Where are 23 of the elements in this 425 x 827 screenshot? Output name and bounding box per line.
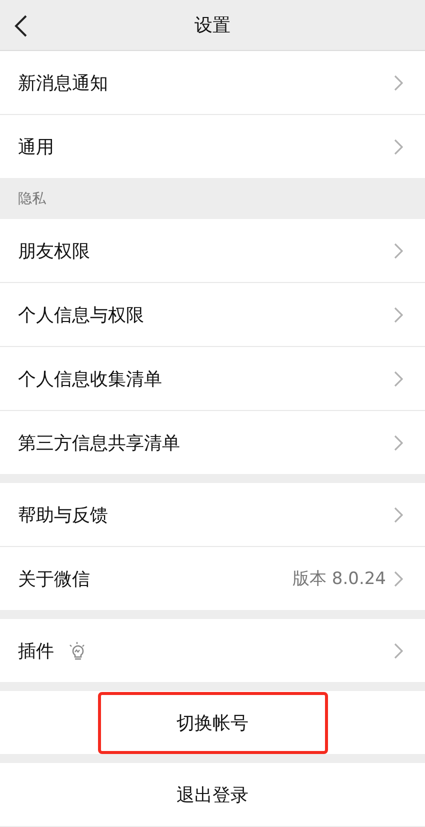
chevron-icon xyxy=(394,570,403,586)
settings-row[interactable]: 个人信息收集清单 xyxy=(0,347,425,411)
chevron-icon xyxy=(394,306,403,322)
window-title: 设置 xyxy=(194,14,230,37)
chevron-icon xyxy=(394,74,403,90)
settings-row[interactable]: 朋友权限 xyxy=(0,219,425,283)
section-header: 隐私 xyxy=(18,190,46,208)
chevron-icon xyxy=(394,370,403,386)
settings-row[interactable]: 帮助与反馈 xyxy=(0,483,425,547)
chevron-icon xyxy=(394,138,403,154)
settings-row[interactable]: 通用 xyxy=(0,115,425,178)
back-icon xyxy=(14,14,28,38)
chevron-icon xyxy=(394,642,403,658)
action-button[interactable]: 切换帐号 xyxy=(98,692,328,754)
settings-row[interactable]: 个人信息与权限 xyxy=(0,283,425,347)
chevron-icon xyxy=(394,242,403,258)
settings-row[interactable]: 新消息通知 xyxy=(0,51,425,115)
chevron-icon xyxy=(394,434,403,450)
lightbulb-icon xyxy=(68,642,86,660)
settings-row[interactable]: 插件 xyxy=(0,619,425,682)
chevron-icon xyxy=(394,506,403,522)
settings-row[interactable]: 关于微信 版本 8.0.24 xyxy=(0,547,425,610)
settings-row[interactable]: 第三方信息共享清单 xyxy=(0,411,425,474)
